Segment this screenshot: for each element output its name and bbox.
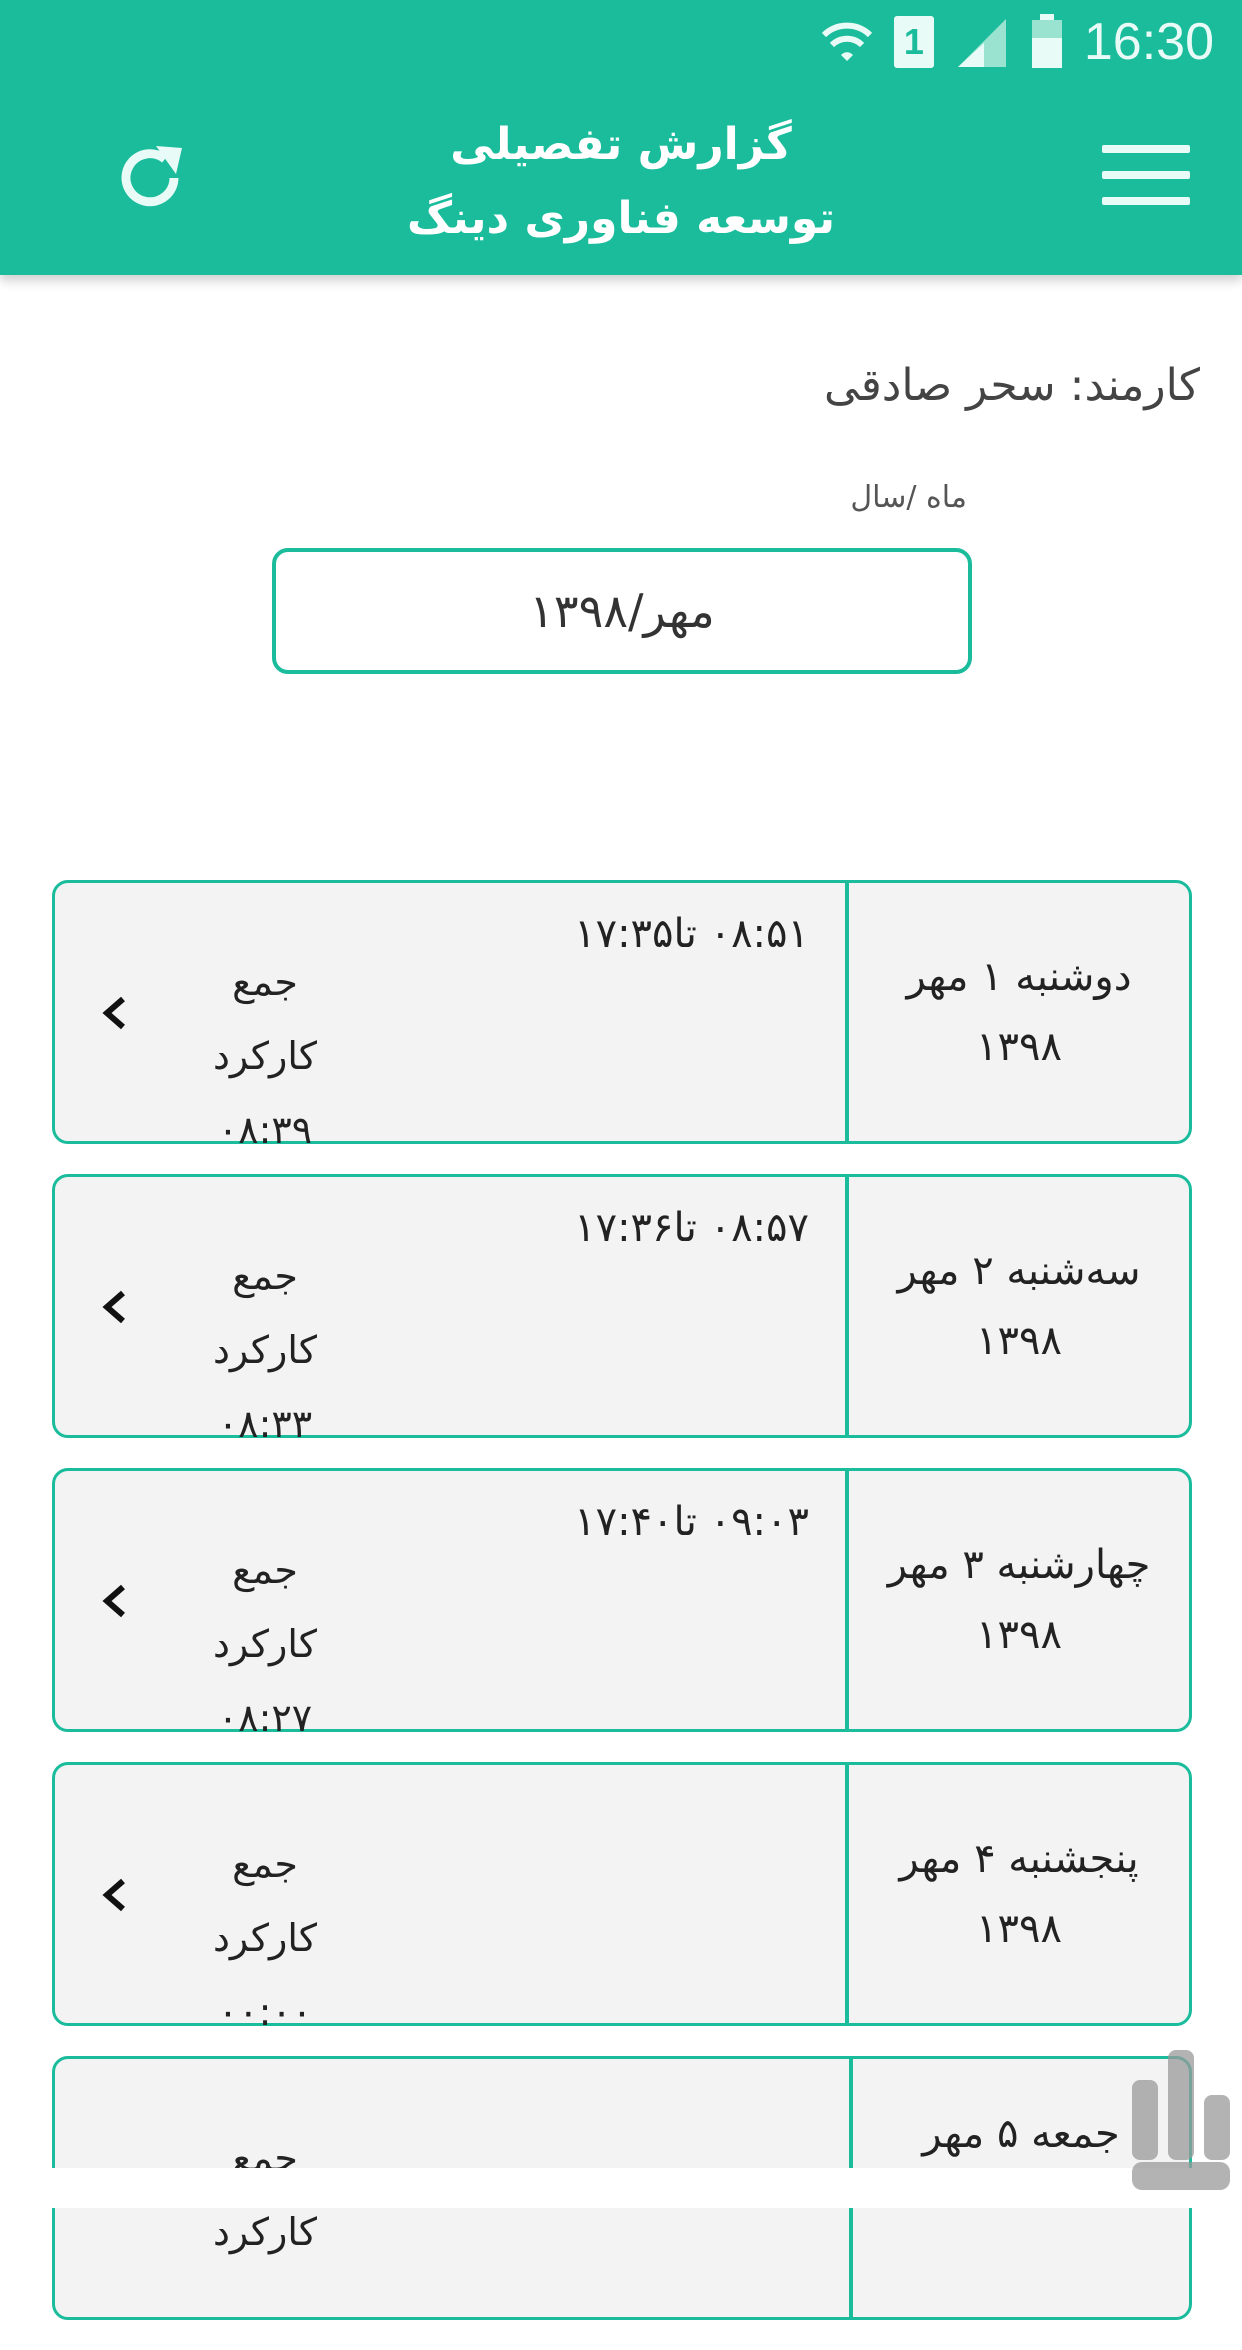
day-total-value: ۰۰:۰۰ (217, 1990, 313, 2034)
day-date-cell: پنجشنبه ۴ مهر ۱۳۹۸ (845, 1765, 1189, 2023)
day-total-value: ۰۸:۳۹ (217, 1108, 313, 1152)
day-total-label: جمع کارکرد (213, 1254, 317, 1372)
day-card[interactable]: دوشنبه ۱ مهر ۱۳۹۸ ۰۸:۵۱ تا۱۷:۳۵ جمع کارک… (52, 880, 1192, 1152)
status-bar: 1 16:30 (820, 10, 1214, 74)
day-total: جمع کارکرد ۰۸:۲۷ (185, 1533, 345, 1755)
day-name: جمعه ۵ مهر (922, 2111, 1120, 2157)
day-name: پنجشنبه ۴ مهر (899, 1836, 1139, 1882)
day-date-cell: سه‌شنبه ۲ مهر ۱۳۹۸ (845, 1177, 1189, 1435)
day-card[interactable]: پنجشنبه ۴ مهر ۱۳۹۸ جمع کارکرد ۰۰:۰۰ (52, 1762, 1192, 2034)
day-list: دوشنبه ۱ مهر ۱۳۹۸ ۰۸:۵۱ تا۱۷:۳۵ جمع کارک… (52, 880, 1192, 2350)
day-year: ۱۳۹۸ (976, 1024, 1062, 1070)
day-year: ۱۳۹۸ (976, 1318, 1062, 1364)
day-date-cell: دوشنبه ۱ مهر ۱۳۹۸ (845, 883, 1189, 1141)
day-total-value: ۰۸:۲۷ (217, 1696, 313, 1740)
hamburger-menu-icon (1102, 145, 1190, 153)
menu-button[interactable] (1102, 145, 1190, 209)
app-bar: 1 16:30 گزارش تفصیلی توسعه فناوری دینگ (0, 0, 1242, 275)
day-total: جمع کارکرد ۰۸:۳۹ (185, 945, 345, 1167)
day-card[interactable]: چهارشنبه ۳ مهر ۱۳۹۸ ۰۹:۰۳ تا۱۷:۴۰ جمع کا… (52, 1468, 1192, 1740)
day-total-label: جمع کارکرد (213, 1548, 317, 1666)
sim-icon: 1 (893, 16, 934, 68)
wifi-icon (821, 22, 872, 61)
signal-icon (957, 19, 1006, 67)
refresh-icon (121, 146, 182, 207)
page-title-line1: گزارش تفصیلی (450, 119, 792, 170)
day-card[interactable]: سه‌شنبه ۲ مهر ۱۳۹۸ ۰۸:۵۷ تا۱۷:۳۶ جمع کار… (52, 1174, 1192, 1446)
day-total: جمع کارکرد ۰۰:۰۰ (185, 1827, 345, 2049)
day-name: چهارشنبه ۳ مهر (887, 1542, 1151, 1588)
chevron-left-icon (102, 1878, 125, 1912)
page-title-line2: توسعه فناوری دینگ (407, 193, 835, 244)
battery-icon (1031, 14, 1062, 68)
page-title: گزارش تفصیلی توسعه فناوری دینگ (260, 108, 982, 256)
day-time-range: ۰۸:۵۱ تا۱۷:۳۵ (574, 911, 809, 957)
day-total-label: جمع کارکرد (213, 1842, 317, 1960)
employee-name: کارمند: سحر صادقی (824, 360, 1200, 411)
day-total-value: ۰۸:۳۳ (217, 1402, 313, 1446)
day-time-range: ۰۸:۵۷ تا۱۷:۳۶ (574, 1205, 809, 1251)
day-time-range: ۰۹:۰۳ تا۱۷:۴۰ (574, 1499, 809, 1545)
day-name: سه‌شنبه ۲ مهر (897, 1248, 1141, 1294)
chevron-left-icon (102, 996, 125, 1030)
month-year-label: ماه /سال (850, 480, 967, 515)
day-total: جمع کارکرد ۰۸:۳۳ (185, 1239, 345, 1461)
status-time: 16:30 (1083, 13, 1214, 71)
chevron-left-icon (102, 1290, 125, 1324)
day-year: ۱۳۹۸ (976, 1906, 1062, 1952)
store-logo-icon (1132, 2050, 1230, 2190)
chevron-left-icon (102, 1584, 125, 1618)
month-year-field[interactable]: مهر/۱۳۹۸ (272, 548, 972, 674)
day-date-cell: چهارشنبه ۳ مهر ۱۳۹۸ (845, 1471, 1189, 1729)
day-name: دوشنبه ۱ مهر (906, 954, 1132, 1000)
day-year: ۱۳۹۸ (976, 1612, 1062, 1658)
day-total-label: جمع کارکرد (213, 960, 317, 1078)
refresh-button[interactable] (110, 138, 190, 218)
